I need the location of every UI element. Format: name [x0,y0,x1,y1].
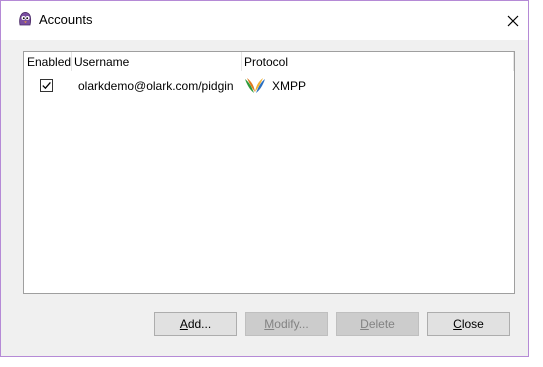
account-username: olarkdemo@olark.com/pidgin [78,79,234,93]
modify-button-mnemonic: M [264,317,275,331]
add-button[interactable]: Add... [154,312,237,336]
close-icon[interactable] [498,1,528,40]
accounts-list[interactable]: Enabled Username Protocol olarkdemo@olar… [23,51,515,294]
title-bar: Accounts [1,1,528,40]
account-row[interactable]: olarkdemo@olark.com/pidgin XMPP [24,76,514,96]
close-button[interactable]: Close [427,312,510,336]
column-header-username[interactable]: Username [71,52,241,71]
column-header-enabled[interactable]: Enabled [24,52,71,71]
close-button-label: lose [461,317,484,331]
accounts-window: Accounts Enabled Username Protocol olark… [0,0,529,357]
window-title: Accounts [39,12,93,27]
column-divider[interactable] [513,52,514,71]
delete-button-label: elete [368,317,395,331]
delete-button-mnemonic: D [360,317,369,331]
account-protocol: XMPP [272,79,307,93]
add-button-mnemonic: A [179,317,188,331]
column-header-protocol[interactable]: Protocol [241,52,514,71]
modify-button-label: odify... [274,317,309,331]
delete-button[interactable]: Delete [336,312,419,336]
close-button-mnemonic: C [453,317,462,331]
add-button-label: dd... [187,317,212,331]
pidgin-icon [17,11,33,27]
list-header: Enabled Username Protocol [24,52,514,71]
enabled-checkbox[interactable] [40,79,53,92]
xmpp-icon [244,77,266,95]
modify-button[interactable]: Modify... [245,312,328,336]
